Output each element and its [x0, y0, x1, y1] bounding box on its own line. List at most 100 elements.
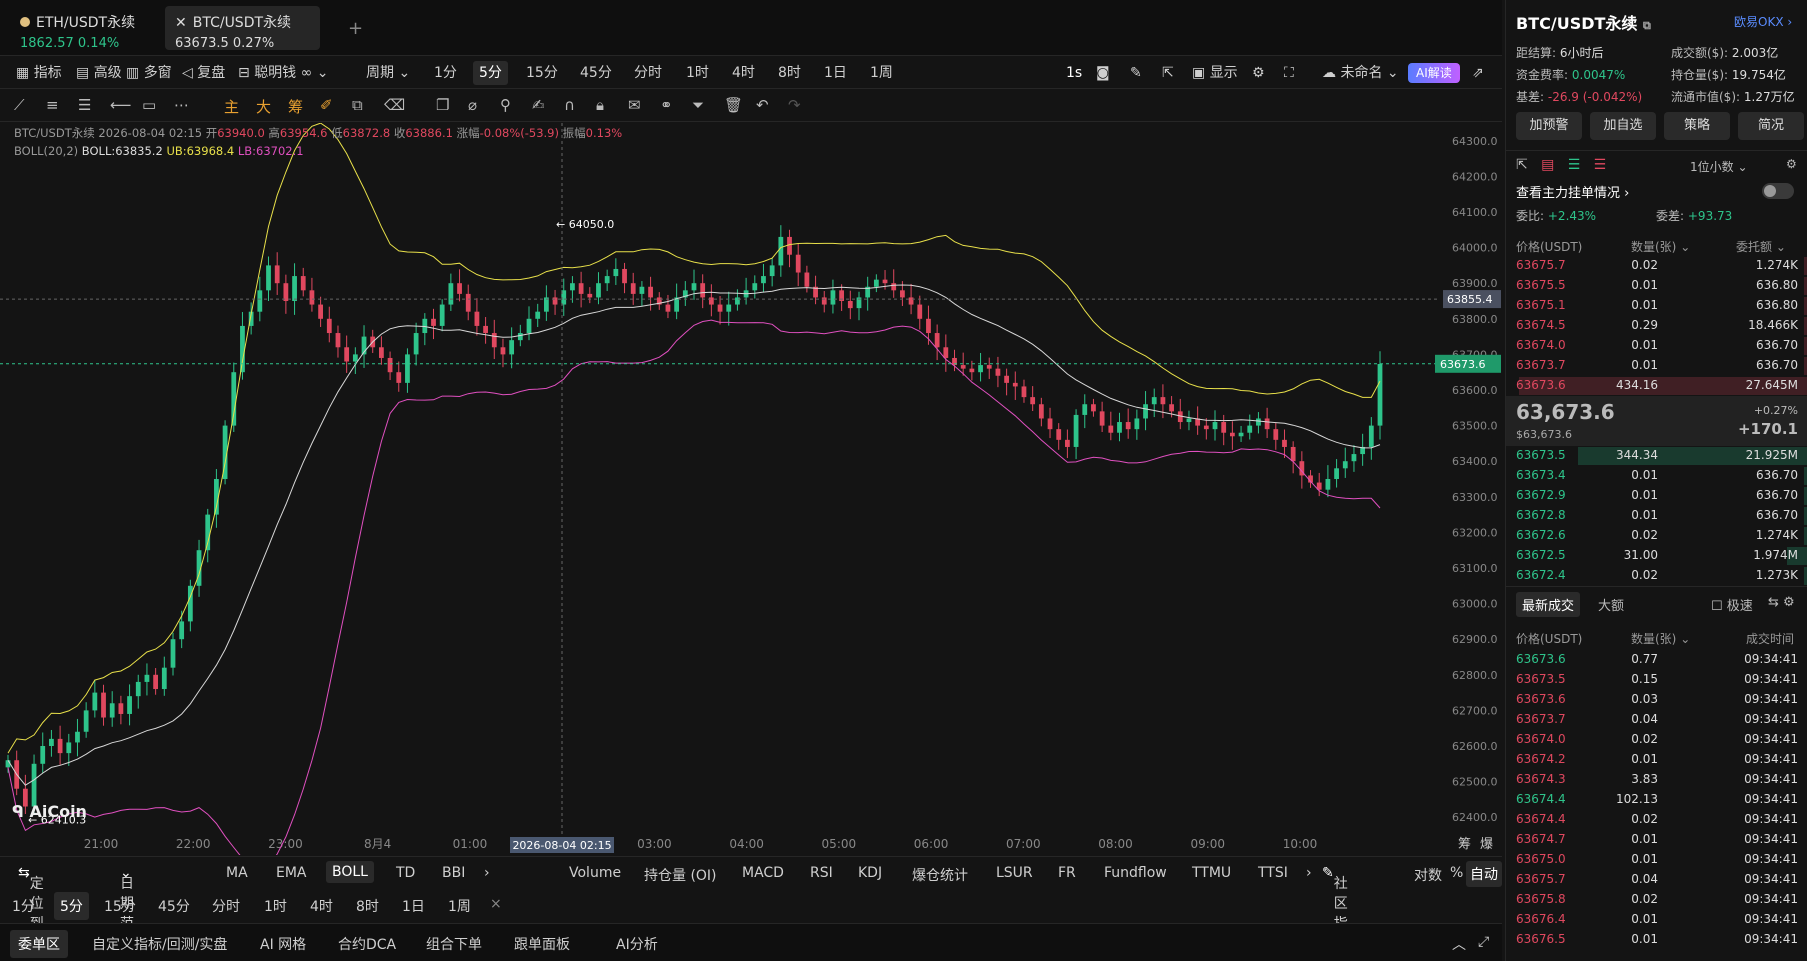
period-45m[interactable]: 45分 [158, 896, 190, 916]
sub-fundflow[interactable]: Fundflow [1104, 865, 1167, 881]
col-amt[interactable]: 委托额 ⌄ [1736, 238, 1786, 255]
bid-row[interactable]: 63672.5 31.00 1.974M [1506, 546, 1807, 566]
period-dropdown[interactable]: 周期 ⌄ [366, 57, 410, 89]
line-icon[interactable]: ⟋ [14, 96, 25, 114]
camera-icon[interactable]: ◙ [1096, 57, 1110, 89]
tab-orders[interactable]: 委单区 [10, 930, 68, 958]
indicator-bbi[interactable]: BBI [442, 865, 465, 881]
interval-timeline[interactable]: 分时 [634, 57, 662, 89]
main-force-button[interactable]: 主 [224, 96, 239, 117]
duplicate-icon[interactable]: ❐ [436, 96, 449, 114]
sub-fr[interactable]: FR [1058, 865, 1076, 881]
date-range-dropdown[interactable]: 日期范围 ⌄ [120, 865, 134, 952]
bid-row[interactable]: 63672.4 0.02 1.273K [1506, 566, 1807, 586]
tab-eth[interactable]: ETH/USDT永续 1862.57 0.14% [10, 6, 160, 51]
lock-icon[interactable]: 🔒︎ [596, 96, 604, 114]
chevron-up-icon[interactable]: ︿ [1452, 934, 1466, 954]
chevron-right-icon[interactable]: › [484, 865, 490, 881]
layout-dropdown[interactable]: ☁ 未命名 ⌄ [1322, 57, 1399, 89]
redo-icon[interactable]: ↷ [788, 96, 801, 114]
note-icon[interactable]: ✉ [628, 96, 641, 114]
bid-row[interactable]: 63672.8 0.01 636.70 [1506, 506, 1807, 526]
interval-45m[interactable]: 45分 [580, 57, 612, 89]
close-icon[interactable]: ✕ [175, 15, 187, 31]
col-qty[interactable]: 数量(张) ⌄ [1631, 630, 1690, 647]
export-icon[interactable]: ⇱ [1162, 57, 1174, 89]
smart-money-button[interactable]: ⊟ 聪明钱 ∞ ⌄ [238, 57, 328, 89]
expand-icon[interactable]: ⤢ [1478, 934, 1489, 950]
tab-ai-grid[interactable]: AI 网格 [260, 934, 306, 954]
rect-icon[interactable]: ▭ [142, 96, 156, 114]
interval-1d[interactable]: 1日 [824, 57, 847, 89]
copy-icon[interactable]: ⧉ [352, 96, 363, 114]
sub-lsur[interactable]: LSUR [996, 865, 1033, 881]
ray-icon[interactable]: ⟵ [110, 96, 132, 114]
advanced-button[interactable]: ▤ 高级 [76, 57, 122, 89]
community-indicator-button[interactable]: ✎ 社区指标 [1322, 865, 1348, 952]
alert-button[interactable]: 加预警 [1516, 112, 1582, 140]
sub-liquidation[interactable]: 爆仓统计 [912, 865, 968, 885]
interval-5m[interactable]: 5分 [473, 61, 508, 85]
percent-toggle[interactable]: % [1450, 865, 1463, 881]
log-toggle[interactable]: 对数 [1414, 865, 1442, 885]
chevron-right-icon[interactable]: › [1306, 865, 1312, 881]
sub-kdj[interactable]: KDJ [858, 865, 882, 881]
overview-button[interactable]: 简况 [1738, 112, 1804, 140]
channel-icon[interactable]: ☰ [78, 96, 91, 114]
filter-icons[interactable]: ⇆ ⚙ [1768, 595, 1795, 610]
fullscreen-icon[interactable]: ⛶ [1284, 57, 1294, 89]
depth-link[interactable]: 查看主力挂单情况 › [1516, 182, 1629, 201]
sub-ttmu[interactable]: TTMU [1192, 865, 1231, 881]
interval-1w[interactable]: 1周 [870, 57, 893, 89]
interval-1m[interactable]: 1分 [434, 57, 457, 89]
multi-window-button[interactable]: ▥ 多窗 [126, 57, 172, 89]
share-icon[interactable]: ⇗ [1472, 57, 1484, 89]
ask-row[interactable]: 63674.0 0.01 636.70 [1506, 336, 1807, 356]
tab-latest-trades[interactable]: 最新成交 [1516, 592, 1581, 617]
undo-icon[interactable]: ↶ [756, 96, 769, 114]
indicator-button[interactable]: ▦ 指标 [16, 57, 62, 89]
tab-dca[interactable]: 合约DCA [338, 934, 396, 954]
interval-15m[interactable]: 15分 [526, 57, 558, 89]
watchlist-button[interactable]: 加自选 [1590, 112, 1656, 140]
period-1m[interactable]: 1分 [12, 896, 35, 916]
candlestick-svg[interactable]: 64300.0 64200.0 64100.0 64000.0 63900.0 63800… [0, 123, 1502, 855]
tab-big-trades[interactable]: 大额 [1598, 595, 1624, 614]
ask-row[interactable]: 63675.5 0.01 636.80 [1506, 276, 1807, 296]
magnet-icon[interactable]: ∩ [564, 96, 575, 114]
bid-row[interactable]: 63673.4 0.01 636.70 [1506, 466, 1807, 486]
period-1d[interactable]: 1日 [402, 896, 425, 916]
pen-icon[interactable]: ✎ [1130, 57, 1142, 89]
big-order-button[interactable]: 大 [256, 96, 271, 117]
strategy-button[interactable]: 策略 [1664, 112, 1730, 140]
sub-volume[interactable]: Volume [569, 865, 621, 881]
ask-row[interactable]: 63675.1 0.01 636.80 [1506, 296, 1807, 316]
chips-button[interactable]: 筹 [288, 96, 303, 117]
period-timeline[interactable]: 分时 [212, 896, 240, 916]
bid-row[interactable]: 63672.6 0.02 1.274K [1506, 526, 1807, 546]
tab-copy-trade[interactable]: 跟单面板 [514, 934, 570, 954]
zoom-icon[interactable]: ⚲ [500, 96, 511, 114]
period-8h[interactable]: 8时 [356, 896, 379, 916]
sub-macd[interactable]: MACD [742, 865, 784, 881]
indicator-ema[interactable]: EMA [276, 865, 307, 881]
link-icon[interactable]: ⚭ [660, 96, 673, 114]
ruler-icon[interactable]: ⌀ [468, 96, 477, 114]
filter-icon[interactable]: ⏷ [692, 96, 704, 114]
boll-label[interactable]: BOLL(20,2) [14, 144, 78, 158]
ask-row[interactable]: 63673.7 0.01 636.70 [1506, 356, 1807, 376]
tab-btc[interactable]: ✕ BTC/USDT永续 63673.5 0.27% [165, 6, 320, 51]
period-15m[interactable]: 15分 [104, 896, 136, 916]
auto-toggle[interactable]: 自动 [1466, 861, 1502, 887]
decimal-dropdown[interactable]: 1位小数 ⌄ [1690, 158, 1748, 175]
view-toggle-icons[interactable]: ⇱ ▤ ☰ ☰ [1516, 157, 1606, 173]
period-1h[interactable]: 1时 [264, 896, 287, 916]
sub-ttsi[interactable]: TTSI [1258, 865, 1288, 881]
gear-icon[interactable]: ⚙ [1786, 157, 1797, 171]
indicator-ma[interactable]: MA [226, 865, 248, 881]
fast-checkbox[interactable]: ☐ 极速 [1711, 595, 1753, 614]
indicator-boll[interactable]: BOLL [326, 861, 374, 883]
trash-icon[interactable]: 🗑︎ [724, 96, 743, 114]
more-icon[interactable]: ⋯ [174, 96, 189, 114]
settings-icon[interactable]: ⚙ [1252, 57, 1265, 89]
